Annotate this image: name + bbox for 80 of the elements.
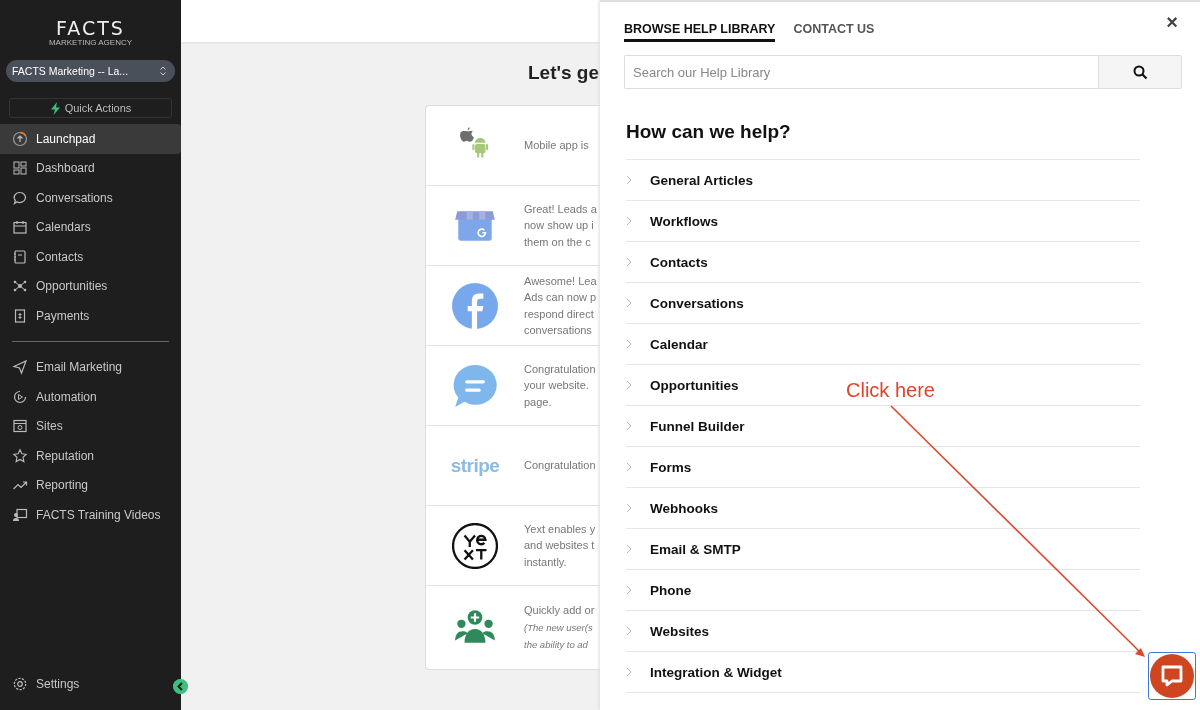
chat-icon bbox=[12, 189, 28, 206]
help-topic[interactable]: Integration & Widget bbox=[626, 652, 1140, 693]
sidebar-item[interactable]: Reputation bbox=[0, 441, 181, 471]
contacts-icon bbox=[12, 248, 28, 265]
chevron-right-icon bbox=[626, 298, 632, 308]
payments-icon bbox=[12, 307, 28, 324]
sidebar-item[interactable]: Launchpad bbox=[0, 124, 181, 154]
search-field[interactable]: Search our Help Library bbox=[624, 55, 1098, 89]
chat-icon bbox=[1150, 654, 1194, 698]
chevron-right-icon bbox=[626, 626, 632, 636]
account-switcher[interactable]: FACTS Marketing -- La... bbox=[6, 60, 175, 82]
sites-icon bbox=[12, 418, 28, 435]
logo-subtitle: MARKETING AGENCY bbox=[48, 38, 133, 47]
sidebar-item[interactable]: Contacts bbox=[0, 242, 181, 272]
help-topic[interactable]: Phone bbox=[626, 570, 1140, 611]
help-topic[interactable]: Conversations bbox=[626, 283, 1140, 324]
help-topic[interactable]: Websites bbox=[626, 611, 1140, 652]
sidebar-item[interactable]: Opportunities bbox=[0, 271, 181, 301]
card-note: (The new user(s the ability to ad bbox=[524, 620, 594, 652]
chevron-right-icon bbox=[626, 175, 632, 185]
chevron-right-icon bbox=[626, 421, 632, 431]
chevron-right-icon bbox=[626, 339, 632, 349]
settings-icon bbox=[12, 676, 28, 692]
sidebar-item[interactable]: Sites bbox=[0, 411, 181, 441]
help-topic[interactable]: Funnel Builder bbox=[626, 406, 1140, 447]
sidebar-item[interactable]: Dashboard bbox=[0, 153, 181, 183]
settings-item[interactable]: Settings bbox=[0, 664, 181, 704]
help-tab[interactable]: BROWSE HELP LIBRARY bbox=[624, 22, 776, 42]
play-icon bbox=[12, 388, 28, 405]
yext-icon bbox=[452, 522, 498, 569]
help-topic[interactable]: Webhooks bbox=[626, 488, 1140, 529]
grid-icon bbox=[12, 160, 28, 177]
card-text: Congratulation bbox=[524, 458, 596, 474]
card-text: Mobile app is bbox=[524, 138, 589, 154]
search-button[interactable] bbox=[1098, 55, 1182, 89]
calendar-icon bbox=[12, 219, 28, 236]
send-icon bbox=[12, 359, 28, 376]
sidebar-item[interactable]: Payments bbox=[0, 301, 181, 331]
sidebar-item[interactable]: Conversations bbox=[0, 183, 181, 213]
card-text: Yext enables y and websites t instantly. bbox=[524, 521, 596, 570]
help-tab[interactable]: CONTACT US bbox=[793, 22, 875, 42]
logo-text: FACTS bbox=[56, 18, 125, 38]
facebook-icon bbox=[452, 282, 498, 329]
chat-launcher-button[interactable] bbox=[1148, 652, 1196, 700]
help-topic[interactable]: Contacts bbox=[626, 242, 1140, 283]
sidebar-item[interactable]: FACTS Training Videos bbox=[0, 500, 181, 530]
help-topic[interactable]: Forms bbox=[626, 447, 1140, 488]
star-icon bbox=[12, 447, 28, 464]
card-text: Awesome! Lea Ads can now p respond direct conversations bbox=[524, 273, 597, 338]
chevron-right-icon bbox=[626, 544, 632, 554]
bubble-icon bbox=[452, 362, 498, 409]
help-topic[interactable]: Workflows bbox=[626, 201, 1140, 242]
chevron-right-icon bbox=[626, 503, 632, 513]
card-text: Congratulation your website. page. bbox=[524, 361, 596, 410]
close-button[interactable]: × bbox=[1166, 11, 1178, 34]
sidebar-item[interactable]: Reporting bbox=[0, 470, 181, 500]
quick-actions-button[interactable]: Quick Actions bbox=[9, 98, 172, 118]
training-icon bbox=[12, 506, 28, 523]
chevron-updown-icon bbox=[159, 65, 167, 77]
card-text: Quickly add or bbox=[524, 603, 595, 619]
help-topic[interactable]: General Articles bbox=[626, 160, 1140, 201]
search-icon bbox=[1132, 64, 1148, 80]
sidebar-item[interactable]: Automation bbox=[0, 382, 181, 412]
chevron-right-icon bbox=[626, 462, 632, 472]
help-heading: How can we help? bbox=[626, 121, 792, 144]
sidebar-item[interactable]: Calendars bbox=[0, 212, 181, 242]
chevron-right-icon bbox=[626, 380, 632, 390]
help-topic[interactable]: Calendar bbox=[626, 324, 1140, 365]
chevron-right-icon bbox=[626, 585, 632, 595]
chevron-right-icon bbox=[626, 667, 632, 677]
chevron-right-icon bbox=[626, 257, 632, 267]
sidebar-item[interactable]: Email Marketing bbox=[0, 352, 181, 382]
stripe-logo: stripe bbox=[450, 454, 500, 477]
annotation-text: Click here bbox=[846, 379, 935, 402]
card-text: Great! Leads a now show up i them on the c bbox=[524, 201, 597, 250]
page-title: Let's ge bbox=[528, 62, 600, 85]
launchpad-icon bbox=[12, 130, 28, 147]
lightning-icon bbox=[49, 101, 61, 115]
chevron-right-icon bbox=[626, 216, 632, 226]
help-topic[interactable]: Email & SMTP bbox=[626, 529, 1140, 570]
